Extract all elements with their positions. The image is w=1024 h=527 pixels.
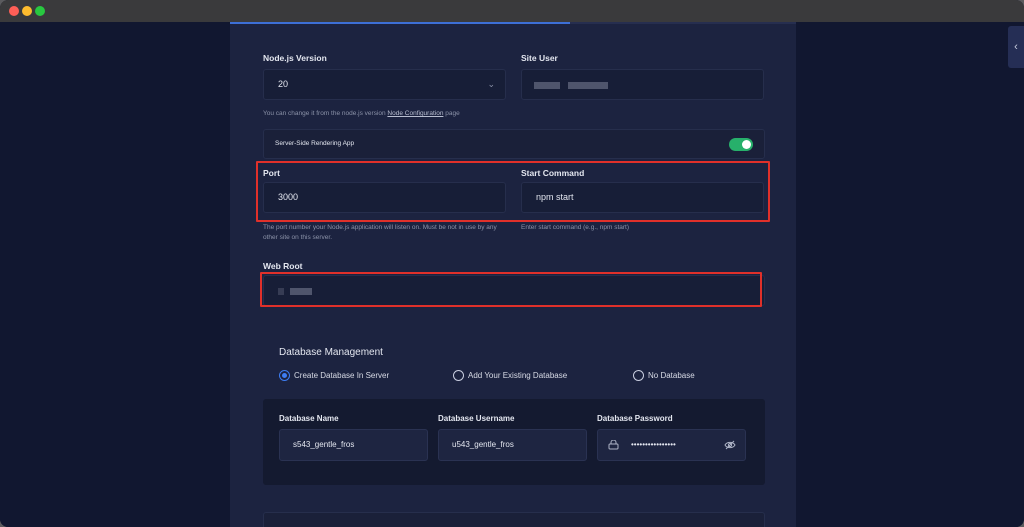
ssr-row: Server-Side Rendering App <box>263 129 765 159</box>
node-version-value: 20 <box>278 79 289 89</box>
radio-label: Add Your Existing Database <box>468 371 568 380</box>
toggle-knob <box>742 140 751 149</box>
ssr-label: Server-Side Rendering App <box>275 140 355 147</box>
radio-circle <box>279 370 290 381</box>
app-window: ‹ Node.js Version 20 ⌄ You can change it… <box>0 0 1024 527</box>
node-version-hint: You can change it from the node.js versi… <box>263 109 460 119</box>
radio-label: No Database <box>648 371 695 380</box>
start-command-hint: Enter start command (e.g., npm start) <box>521 224 630 231</box>
site-form-panel: Node.js Version 20 ⌄ You can change it f… <box>230 22 796 527</box>
database-fields-box: Database Name s543_gentle_fros Database … <box>263 399 765 485</box>
chevron-left-icon: ‹ <box>1014 41 1018 53</box>
redacted-value <box>568 82 608 89</box>
title-bar <box>0 0 1024 22</box>
collapse-panel-button[interactable]: ‹ <box>1008 26 1024 68</box>
node-version-hint-suffix: page <box>443 110 460 117</box>
left-backdrop <box>0 22 230 527</box>
ssr-toggle[interactable] <box>729 138 753 151</box>
database-username-value: u543_gentle_fros <box>452 440 514 449</box>
minimize-window-button[interactable] <box>22 6 32 16</box>
site-user-label: Site User <box>521 53 558 63</box>
database-section-title: Database Management <box>279 347 383 358</box>
radio-circle <box>633 370 644 381</box>
next-section-card <box>263 512 765 527</box>
web-root-highlight <box>260 272 762 307</box>
database-name-value: s543_gentle_fros <box>293 440 355 449</box>
site-user-field[interactable] <box>521 69 764 100</box>
close-window-button[interactable] <box>9 6 19 16</box>
progress-track <box>230 22 796 24</box>
port-command-highlight <box>256 161 770 222</box>
redacted-value <box>534 82 560 89</box>
key-icon <box>608 440 619 450</box>
node-configuration-link[interactable]: Node Configuration <box>387 110 443 117</box>
node-version-hint-text: You can change it from the node.js versi… <box>263 110 388 117</box>
database-username-label: Database Username <box>438 414 515 423</box>
progress-fill <box>230 22 570 24</box>
database-password-label: Database Password <box>597 414 673 423</box>
node-version-select[interactable]: 20 ⌄ <box>263 69 506 100</box>
database-name-input[interactable]: s543_gentle_fros <box>279 429 428 461</box>
eye-off-icon[interactable] <box>724 440 736 450</box>
right-backdrop <box>796 22 1024 527</box>
port-hint: The port number your Node.js application… <box>263 224 497 241</box>
radio-circle <box>453 370 464 381</box>
web-root-label: Web Root <box>263 261 303 271</box>
database-password-value: •••••••••••••••• <box>631 440 676 449</box>
database-username-input[interactable]: u543_gentle_fros <box>438 429 587 461</box>
maximize-window-button[interactable] <box>35 6 45 16</box>
radio-label: Create Database In Server <box>294 371 390 380</box>
database-password-input[interactable]: •••••••••••••••• <box>597 429 746 461</box>
chevron-down-icon: ⌄ <box>487 79 495 89</box>
database-name-label: Database Name <box>279 414 339 423</box>
node-version-label: Node.js Version <box>263 53 327 63</box>
